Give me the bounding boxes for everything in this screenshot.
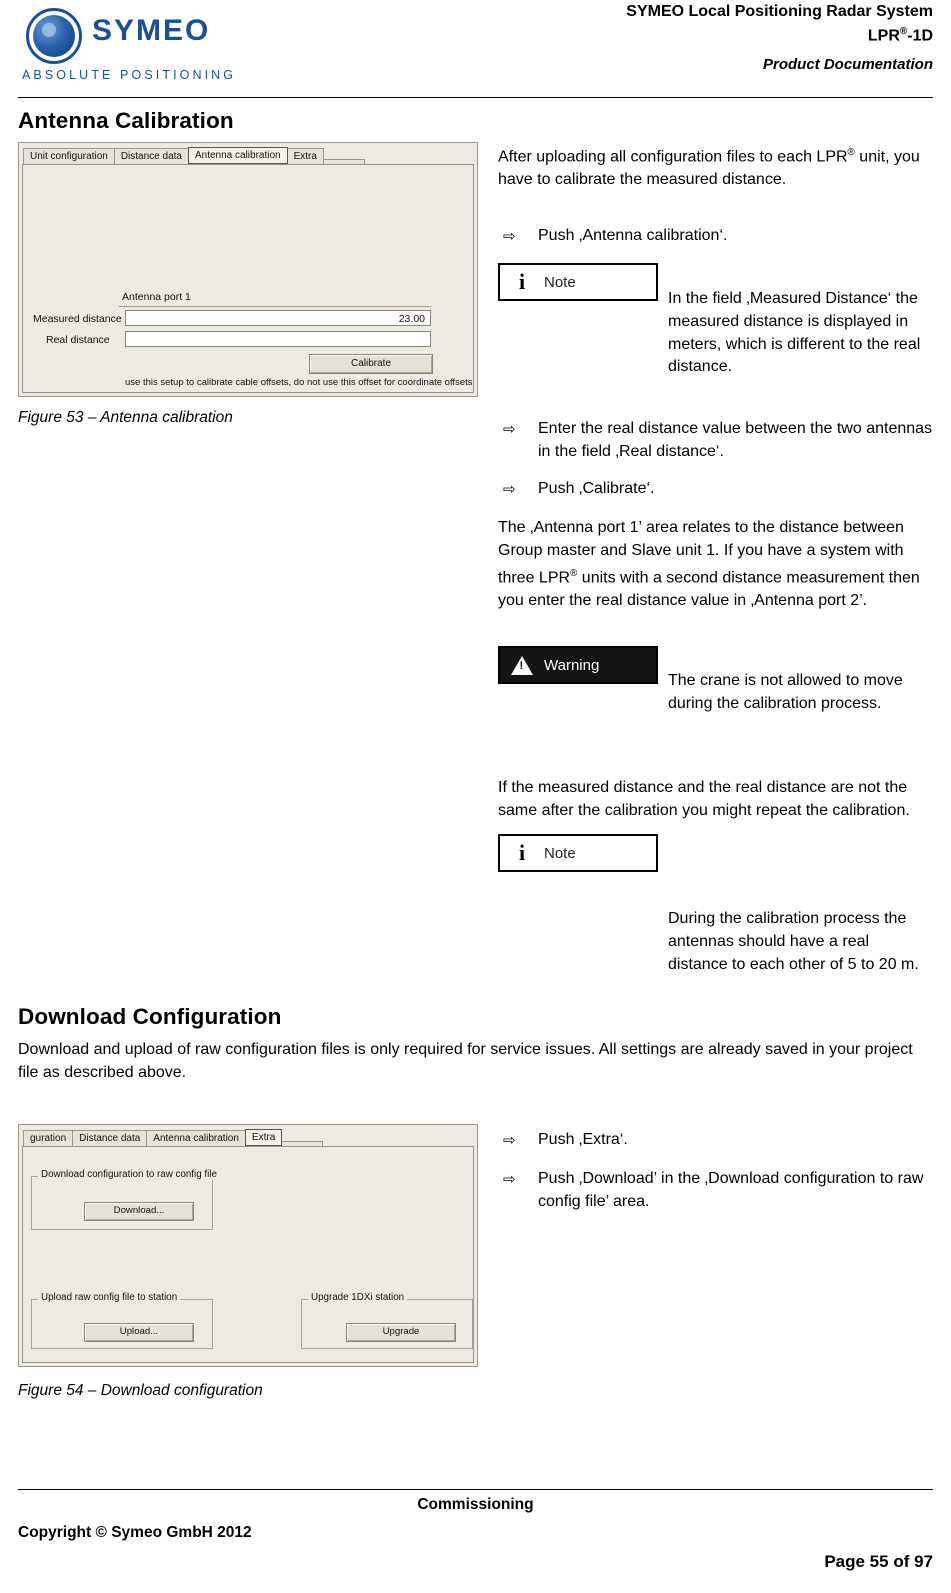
antenna-calibration-heading: Antenna Calibration bbox=[18, 108, 234, 133]
warning-callout-text: The crane is not allowed to move during … bbox=[668, 672, 903, 712]
header-lpr-text: LPR bbox=[867, 27, 900, 45]
upgrade-button[interactable]: Upgrade bbox=[346, 1323, 456, 1342]
header-title-line1: SYMEO Local Positioning Radar System bbox=[626, 3, 933, 20]
warning-callout: Warning bbox=[498, 646, 658, 684]
logo-wordmark: SYMEO bbox=[92, 14, 211, 47]
bullet-push-antenna-calibration: ⇨ Push ‚Antenna calibration‘. bbox=[498, 225, 936, 248]
tab-unit-configuration-partial[interactable]: guration bbox=[23, 1130, 74, 1146]
page-header: SYMEO ABSOLUTE POSITIONING SYMEO Local P… bbox=[18, 0, 933, 96]
paragraph-registered-mark-1: ® bbox=[847, 147, 855, 158]
info-icon: i bbox=[518, 269, 526, 294]
antenna-port-group-label: Antenna port 1 bbox=[122, 291, 191, 303]
download-configuration-heading: Download Configuration bbox=[18, 1004, 282, 1029]
arrow-icon: ⇨ bbox=[503, 1132, 516, 1149]
arrow-icon: ⇨ bbox=[503, 421, 516, 438]
symeo-logo: SYMEO ABSOLUTE POSITIONING bbox=[18, 6, 253, 88]
upload-config-group-title: Upload raw config file to station bbox=[38, 1292, 181, 1303]
info-icon: i bbox=[518, 840, 526, 865]
header-title-line2: LPR®-1D bbox=[373, 21, 933, 46]
tab-unit-configuration[interactable]: Unit configuration bbox=[23, 148, 115, 164]
note-callout-1-label: Note bbox=[544, 273, 576, 291]
warning-callout-label: Warning bbox=[544, 656, 600, 674]
tab-distance-data-2[interactable]: Distance data bbox=[72, 1130, 148, 1146]
paragraph-download-intro: Download and upload of raw configuration… bbox=[18, 1041, 913, 1081]
bullet-push-download: ⇨ Push ‚Download’ in the ‚Download confi… bbox=[498, 1168, 936, 1214]
download-config-group-title: Download configuration to raw config fil… bbox=[38, 1169, 220, 1180]
download-config-group: Download configuration to raw config fil… bbox=[31, 1169, 220, 1230]
figure53-tabbar: Unit configuration Distance data Antenna… bbox=[23, 146, 365, 164]
figure53-caption: Figure 53 – Antenna calibration bbox=[18, 409, 233, 426]
paragraph-antenna-port-explanation: The ‚Antenna port 1’ area relates to the… bbox=[498, 517, 936, 613]
measured-distance-field[interactable]: 23.00 bbox=[125, 310, 431, 326]
calibration-hint-text: use this setup to calibrate cable offset… bbox=[125, 377, 473, 388]
arrow-icon: ⇨ bbox=[503, 228, 516, 245]
measured-distance-label: Measured distance bbox=[33, 313, 122, 325]
bullet-push-calibrate-text: Push ‚Calibrate‘. bbox=[538, 480, 655, 497]
footer-chapter: Commissioning bbox=[417, 1496, 534, 1513]
arrow-icon: ⇨ bbox=[503, 481, 516, 498]
paragraph-repeat-calibration: If the measured distance and the real di… bbox=[498, 779, 910, 819]
figure54-caption: Figure 54 – Download configuration bbox=[18, 1382, 263, 1399]
header-lpr-suffix: -1D bbox=[907, 27, 933, 45]
tab-extra-active[interactable]: Extra bbox=[244, 1129, 283, 1146]
real-distance-label: Real distance bbox=[46, 334, 110, 346]
header-subtitle: Product Documentation bbox=[762, 56, 933, 74]
upload-button[interactable]: Upload... bbox=[84, 1323, 194, 1342]
note-callout-1-text: In the field ‚Measured Distance‘ the mea… bbox=[668, 290, 921, 376]
antenna-port-group-line bbox=[119, 306, 431, 307]
note-callout-2-text: During the calibration process the anten… bbox=[668, 910, 919, 973]
document-page: SYMEO ABSOLUTE POSITIONING SYMEO Local P… bbox=[0, 0, 951, 1593]
bullet-push-extra: ⇨ Push ‚Extra‘. bbox=[498, 1129, 936, 1152]
paragraph-upload-intro: After uploading all configuration files … bbox=[498, 142, 936, 192]
upload-config-group: Upload raw config file to station Upload… bbox=[31, 1292, 213, 1349]
download-configuration-screenshot: guration Distance data Antenna calibrati… bbox=[18, 1124, 478, 1367]
note-callout-2-label: Note bbox=[544, 844, 576, 862]
footer-copyright: Copyright © Symeo GmbH 2012 bbox=[18, 1524, 252, 1541]
logo-tagline: ABSOLUTE POSITIONING bbox=[22, 68, 237, 82]
note-callout-1: i Note bbox=[498, 263, 658, 301]
tab-distance-data[interactable]: Distance data bbox=[113, 148, 189, 164]
header-divider bbox=[18, 97, 933, 98]
real-distance-field[interactable] bbox=[125, 331, 431, 347]
bullet-push-calibrate: ⇨ Push ‚Calibrate‘. bbox=[498, 478, 936, 501]
antenna-calibration-screenshot: Unit configuration Distance data Antenna… bbox=[18, 142, 478, 397]
figure54-tabbar: guration Distance data Antenna calibrati… bbox=[23, 1128, 324, 1146]
bullet-push-extra-text: Push ‚Extra‘. bbox=[538, 1131, 628, 1148]
download-button[interactable]: Download... bbox=[84, 1202, 194, 1221]
bullet-enter-real-distance-text: Enter the real distance value between th… bbox=[538, 420, 933, 460]
tab-antenna-calibration-2[interactable]: Antenna calibration bbox=[146, 1130, 246, 1146]
tab-antenna-calibration[interactable]: Antenna calibration bbox=[187, 147, 288, 164]
bullet-enter-real-distance: ⇨ Enter the real distance value between … bbox=[498, 418, 936, 464]
paragraph-upload-intro-pre: After uploading all configuration files … bbox=[498, 148, 848, 166]
upgrade-station-group: Upgrade 1DXi station Upgrade bbox=[301, 1292, 473, 1349]
arrow-icon: ⇨ bbox=[503, 1171, 516, 1188]
bullet-push-antenna-calibration-text: Push ‚Antenna calibration‘. bbox=[538, 227, 728, 244]
warning-triangle-icon bbox=[500, 655, 544, 675]
upgrade-station-group-title: Upgrade 1DXi station bbox=[308, 1292, 408, 1303]
calibrate-button[interactable]: Calibrate bbox=[309, 354, 433, 374]
footer-page-number: Page 55 of 97 bbox=[824, 1552, 933, 1571]
footer-divider bbox=[18, 1489, 933, 1490]
bullet-push-download-text: Push ‚Download’ in the ‚Download configu… bbox=[538, 1170, 924, 1210]
logo-sphere-icon bbox=[33, 15, 75, 57]
tab-extra[interactable]: Extra bbox=[286, 148, 324, 164]
logo-highlight-icon bbox=[42, 23, 56, 37]
header-titles: SYMEO Local Positioning Radar System LPR… bbox=[373, 2, 933, 76]
note-callout-2: i Note bbox=[498, 834, 658, 872]
